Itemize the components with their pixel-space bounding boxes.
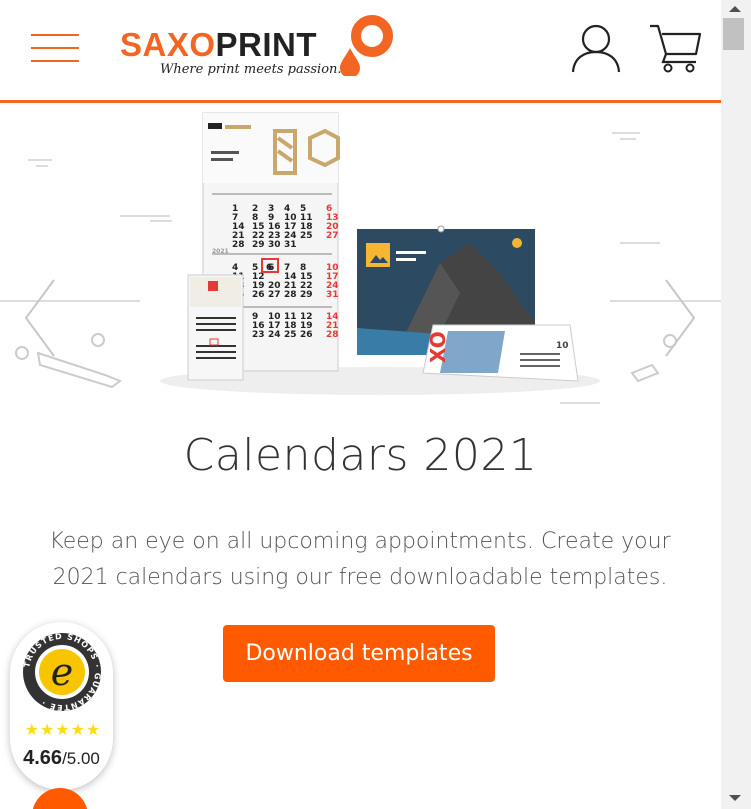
highlighted-day: 6 (266, 263, 272, 273)
hero-description: Keep an eye on all upcoming appointments… (49, 529, 671, 590)
svg-text:31: 31 (284, 240, 297, 250)
scrollbar-thumb[interactable] (723, 18, 744, 50)
brand-tagline: Where print meets passion. (160, 62, 342, 77)
logo-drop-icon (340, 15, 393, 76)
svg-text:27: 27 (268, 290, 281, 300)
rating-stars: ★★★★★ (24, 722, 102, 739)
desk-calendar-label: 10 (556, 341, 569, 351)
svg-text:30: 30 (268, 240, 281, 250)
svg-text:29: 29 (252, 240, 265, 250)
trusted-shops-seal-icon: e TRUSTED SHOPS · GUARANTEE · (22, 632, 101, 712)
svg-text:27: 27 (326, 231, 339, 241)
hamburger-menu-icon[interactable] (31, 32, 79, 64)
svg-text:29: 29 (300, 290, 313, 300)
hero-slider: 123456 7 8 9 10 11 13 14 15 16 17 18 20 21 22 23 24 25… (0, 103, 721, 413)
calendars-illustration: 123456 7 8 9 10 11 13 14 15 16 17 18 20 21 22 23 24 25… (0, 112, 721, 404)
site-header: SAXOPRINT Where print meets passion. (0, 0, 721, 103)
svg-text:31: 31 (326, 290, 339, 300)
svg-text:24: 24 (268, 330, 281, 340)
brand-wordmark: SAXOPRINT (120, 26, 318, 63)
cart-icon[interactable] (648, 22, 702, 74)
slider-prev-arrow-icon[interactable] (20, 278, 60, 358)
svg-text:28: 28 (232, 240, 245, 250)
user-icon[interactable] (568, 22, 624, 74)
svg-text:28: 28 (284, 290, 297, 300)
scroll-down-arrow-icon[interactable] (721, 789, 751, 807)
hero-title: Calendars 2021 (183, 430, 538, 481)
saxoprint-logo[interactable]: SAXOPRINT Where print meets passion. (120, 14, 400, 86)
svg-text:XO: XO (426, 331, 450, 363)
download-templates-button[interactable]: Download templates (223, 625, 495, 682)
svg-text:26: 26 (252, 290, 265, 300)
svg-text:25: 25 (284, 330, 297, 340)
vertical-scrollbar[interactable] (721, 0, 751, 809)
svg-text:e: e (51, 650, 74, 694)
svg-text:23: 23 (252, 330, 265, 340)
rating-score: 4.66/5.00 (23, 747, 100, 769)
chat-launcher-icon[interactable] (32, 788, 88, 809)
slider-next-arrow-icon[interactable] (660, 278, 700, 358)
svg-text:28: 28 (326, 330, 339, 340)
svg-text:25: 25 (300, 231, 313, 241)
page: SAXOPRINT Where print meets passion. 1 2… (0, 0, 721, 809)
svg-text:26: 26 (300, 330, 313, 340)
trusted-shops-badge[interactable]: e TRUSTED SHOPS · GUARANTEE · ★★★★★ 4.66… (10, 622, 113, 790)
scroll-up-arrow-icon[interactable] (721, 0, 751, 18)
